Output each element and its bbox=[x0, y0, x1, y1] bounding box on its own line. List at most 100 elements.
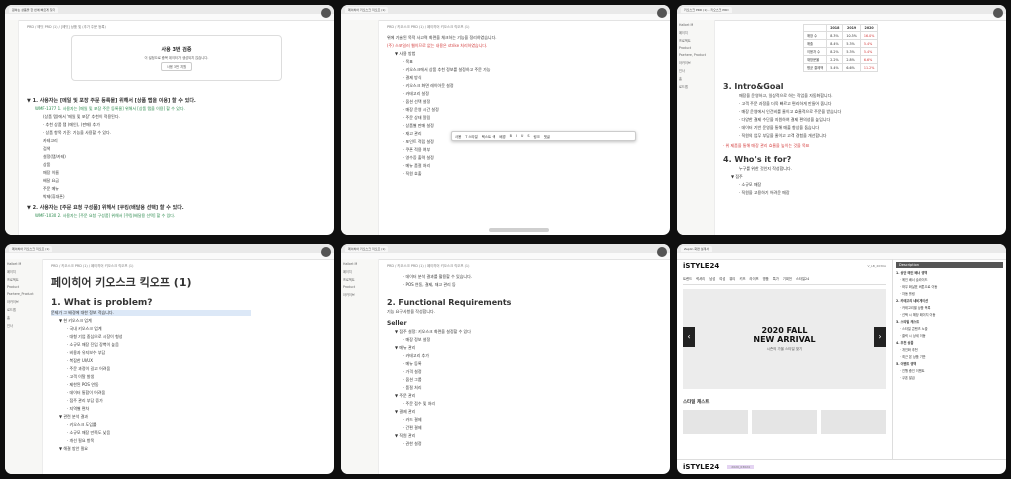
sidebar-item[interactable]: 프로젝트 bbox=[7, 277, 40, 282]
nav-item[interactable]: 라이프 bbox=[750, 276, 759, 281]
list-item[interactable]: · 점주 관리 부담 증가 bbox=[51, 398, 326, 404]
list-item[interactable]: · 옵션 그룹 bbox=[387, 377, 662, 383]
list-item[interactable]: ▼ 메뉴 관리 bbox=[387, 345, 662, 351]
item-2-sub[interactable]: WMF-1030 2. 사용자는 [주문 요청 구성품] 위해서 [쿠킹(배달용… bbox=[27, 213, 326, 219]
list-item[interactable]: 카테고리 bbox=[27, 138, 326, 144]
chevron-left-icon[interactable]: ‹ bbox=[683, 327, 695, 347]
list-item[interactable]: ▼ 결제 관리 bbox=[387, 409, 662, 415]
sidebar-item[interactable]: 페이지 bbox=[7, 269, 40, 274]
item-1-sub[interactable]: WMF-1377 1. 사용자는 [메일 및 포장 주문 등록물] 위해서 [상… bbox=[27, 106, 326, 112]
list-item[interactable]: · 옵션 선택 설정 bbox=[387, 99, 662, 105]
nav-item[interactable]: 트렌드 bbox=[683, 276, 692, 281]
list-item[interactable]: · 복잡한 UI/UX bbox=[51, 358, 326, 364]
sidebar-item[interactable]: 프로젝트 bbox=[679, 38, 712, 43]
list-item[interactable]: · 카테고리 추가 bbox=[387, 353, 662, 359]
list-item[interactable]: · 주문 접수 및 처리 bbox=[387, 401, 662, 407]
list-item[interactable]: 검색 bbox=[27, 146, 326, 152]
thumbnail[interactable] bbox=[821, 410, 886, 434]
list-item[interactable]: · 카드 결제 bbox=[387, 417, 662, 423]
thumbnail[interactable] bbox=[752, 410, 817, 434]
sidebar-item[interactable]: 인사 bbox=[7, 323, 40, 328]
sidebar-item[interactable]: Product bbox=[7, 285, 40, 289]
chevron-right-icon[interactable]: › bbox=[874, 327, 886, 347]
browser-tab[interactable]: 페이히어 키오스크 킥오프 (1) bbox=[345, 245, 389, 252]
toolbar-button[interactable]: T 스타일 bbox=[465, 134, 478, 139]
thumbnail[interactable] bbox=[683, 410, 748, 434]
sidebar-item[interactable]: 홈 bbox=[7, 315, 40, 320]
list-item[interactable]: 상품 bbox=[27, 162, 326, 168]
list-item[interactable]: ▼ 점주 bbox=[723, 174, 998, 180]
sidebar-item[interactable]: Halbet M bbox=[679, 23, 712, 27]
toolbar-button[interactable]: 사용 bbox=[455, 134, 461, 139]
list-item[interactable]: · 상품별 판매 설정 bbox=[387, 123, 662, 129]
list-item[interactable]: · POS 연동, 결제, 재고 관리 등 bbox=[387, 282, 662, 288]
list-item[interactable]: · 고객 주문 과정을 더욱 빠르고 편리하게 만들어 줍니다 bbox=[723, 101, 998, 107]
list-item[interactable]: · 대형 기업 중심으로 시장이 형성 bbox=[51, 334, 326, 340]
list-item[interactable]: · 키오스크 도입률 bbox=[51, 422, 326, 428]
browser-tab[interactable]: 키오스크 PRD (1) - 키오스크 PRD bbox=[681, 6, 732, 13]
list-item[interactable]: ▼ 현 키오스크 업계 bbox=[51, 318, 326, 324]
sidebar-item[interactable]: Halbet M bbox=[343, 262, 376, 266]
toolbar-button[interactable]: 링크 bbox=[534, 134, 540, 139]
list-item[interactable]: · 품절 처리 bbox=[387, 385, 662, 391]
card-button[interactable]: 사용 3번 지원 bbox=[160, 61, 193, 71]
nav-item[interactable]: 명품 bbox=[763, 276, 769, 281]
list-item[interactable]: · 쿠폰 적용 여부 bbox=[387, 147, 662, 153]
item-2-heading[interactable]: ▼ 2. 사용자는 [주문 요청 구성품] 위해서 [쿠킹(배달용 선택] 할 … bbox=[27, 204, 326, 211]
list-item[interactable]: 누구를 위한 것인지 작성합니다. bbox=[723, 166, 998, 172]
sidebar-item[interactable]: Paehere_Product bbox=[7, 292, 40, 296]
list-item[interactable]: 매장 이름 bbox=[27, 170, 326, 176]
window-control-icon[interactable] bbox=[321, 8, 331, 18]
nav-item[interactable]: 뷰티 bbox=[729, 276, 735, 281]
toolbar-button[interactable]: S bbox=[527, 134, 529, 138]
toolbar-button[interactable]: 배경 bbox=[499, 134, 505, 139]
sidebar-item[interactable]: Product bbox=[343, 285, 376, 289]
list-item[interactable]: · 매장 정보 설정 bbox=[387, 337, 662, 343]
sidebar-item[interactable]: 로드맵 bbox=[679, 84, 712, 89]
list-item[interactable]: · 추천 상품 탭 (메인), (판매) 추가 bbox=[27, 122, 326, 128]
toolbar-button[interactable]: 텍스트 색 bbox=[482, 134, 496, 139]
list-item[interactable]: · 지역별 편차 bbox=[51, 406, 326, 412]
list-item[interactable]: · 상품 항목 기준: 기능을 사용할 수 있다. bbox=[27, 130, 326, 136]
list-item[interactable]: · 데이터 분석 결과를 활용할 수 있습니다. bbox=[387, 274, 662, 280]
list-item[interactable]: · 키오스크 화면 레이아웃 설정 bbox=[387, 83, 662, 89]
list-item[interactable]: · 키오스크에서 상품 추천 정보를 설정하고 주문 가능 bbox=[387, 67, 662, 73]
list-item[interactable]: · 주문 상태 알림 bbox=[387, 115, 662, 121]
toolbar-button[interactable]: I bbox=[516, 134, 517, 138]
list-item[interactable]: · 메뉴 품절 처리 bbox=[387, 163, 662, 169]
sidebar-item[interactable]: 아카이브 bbox=[7, 299, 40, 304]
window-control-icon[interactable] bbox=[657, 8, 667, 18]
sidebar-item[interactable]: 인사 bbox=[679, 68, 712, 73]
window-control-icon[interactable] bbox=[993, 8, 1003, 18]
list-item[interactable]: · 소규모 매장 만족도 낮음 bbox=[51, 430, 326, 436]
nav-item[interactable]: 남성 bbox=[709, 276, 715, 281]
breadcrumb[interactable]: PRD / 에딧 PRD (1) / [에딧] 상품 및 (추가 주문 등록) bbox=[27, 24, 326, 29]
list-item[interactable]: · 소규모 매장 bbox=[723, 182, 998, 188]
list-item[interactable]: ▼ 관련 분석 결과 bbox=[51, 414, 326, 420]
list-item[interactable]: 배달 요금 bbox=[27, 178, 326, 184]
list-item[interactable]: 박제(휴대폰) bbox=[27, 194, 326, 200]
list-item[interactable]: · 직원의 업무 부담을 줄이고 고객 경험을 개선합니다 bbox=[723, 133, 998, 139]
nav-item[interactable]: 키즈 bbox=[739, 276, 745, 281]
list-item[interactable]: 매장을 운영하고, 일상적으로 하는 작업을 자동화합니다. bbox=[723, 93, 998, 99]
sidebar-item[interactable]: Product bbox=[679, 46, 712, 50]
sidebar-item[interactable]: 페이지 bbox=[343, 269, 376, 274]
window-control-icon[interactable] bbox=[321, 247, 331, 257]
list-item[interactable]: · 권한 설정 bbox=[387, 441, 662, 447]
window-control-icon[interactable] bbox=[657, 247, 667, 257]
browser-tab[interactable]: 원하는 상품을 한 번에 빠르게 찾기 bbox=[9, 6, 59, 13]
sidebar-item[interactable]: 페이지 bbox=[679, 30, 712, 35]
list-item[interactable]: · 제한된 POS 연동 bbox=[51, 382, 326, 388]
list-item[interactable]: · 주문 과정이 길고 어려움 bbox=[51, 366, 326, 372]
item-1-heading[interactable]: ▼ 1. 사용자는 [메일 및 포장 주문 등록물] 위해서 [상품 탭을 이용… bbox=[27, 97, 326, 104]
list-item[interactable]: 주문 메뉴 bbox=[27, 186, 326, 192]
list-item[interactable]: · 영수증 출력 설정 bbox=[387, 155, 662, 161]
sidebar-item[interactable]: Halbet M bbox=[7, 262, 40, 266]
list-item[interactable]: ▼ 점주 설정: 키오스크 화면을 설정할 수 있다 bbox=[387, 329, 662, 335]
breadcrumb[interactable]: PRD / 키오스크 PRD (1) / 페이히어 키오스크 킥오프 (1) bbox=[387, 24, 662, 29]
brand-logo[interactable]: iSTYLE24 bbox=[683, 262, 719, 270]
toolbar-button[interactable]: 댓글 bbox=[544, 134, 550, 139]
sidebar-item[interactable]: 로드맵 bbox=[7, 307, 40, 312]
nav-item[interactable]: 럭셔리 bbox=[696, 276, 705, 281]
toolbar-button[interactable]: U bbox=[521, 134, 523, 138]
